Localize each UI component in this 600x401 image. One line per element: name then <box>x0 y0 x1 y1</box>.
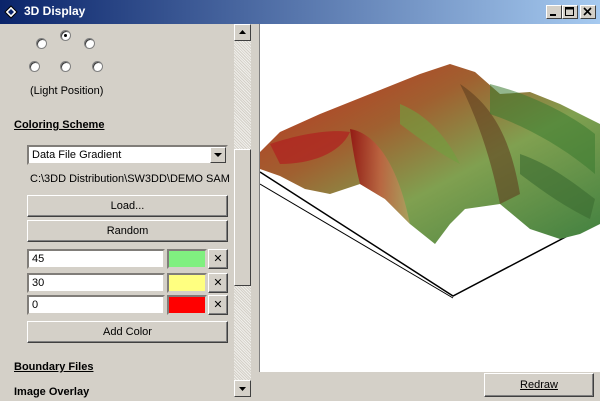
color-swatch-1[interactable] <box>167 273 207 293</box>
dropdown-button[interactable] <box>210 147 226 163</box>
color-swatch-0[interactable] <box>167 249 207 269</box>
add-color-button[interactable]: Add Color <box>27 321 228 343</box>
image-overlay-heading[interactable]: Image Overlay <box>14 386 89 398</box>
redraw-button-label: Redraw <box>520 379 558 391</box>
light-radio-1[interactable] <box>36 38 47 49</box>
light-radio-6[interactable] <box>92 61 103 72</box>
title-bar[interactable]: 3D Display <box>0 0 600 24</box>
remove-color-button[interactable]: ✕ <box>208 249 228 269</box>
chevron-down-icon <box>239 387 246 391</box>
chevron-down-icon <box>214 153 222 157</box>
color-threshold-input[interactable]: 0 <box>27 295 165 315</box>
load-button-label: Load... <box>110 200 145 212</box>
close-icon <box>583 7 592 16</box>
close-icon: ✕ <box>213 299 223 311</box>
remove-color-button[interactable]: ✕ <box>208 273 228 293</box>
maximize-icon <box>565 7 574 16</box>
color-swatch-2[interactable] <box>167 295 207 315</box>
minimize-icon <box>550 14 556 16</box>
coloring-scheme-select[interactable]: Data File Gradient <box>27 145 228 165</box>
light-position-caption: (Light Position) <box>30 85 104 97</box>
data-file-path: C:\3DD Distribution\SW3DD\DEMO SAM <box>30 173 230 185</box>
chevron-up-icon <box>239 30 246 34</box>
splitter[interactable] <box>251 24 259 401</box>
scroll-up-button[interactable] <box>234 24 251 41</box>
random-button-label: Random <box>106 225 149 237</box>
light-radio-5[interactable] <box>60 61 71 72</box>
redraw-button[interactable]: Redraw <box>484 373 594 397</box>
random-button[interactable]: Random <box>27 220 228 242</box>
light-radio-3[interactable] <box>84 38 95 49</box>
light-radio-2[interactable] <box>60 30 71 41</box>
remove-color-button[interactable]: ✕ <box>208 295 228 315</box>
coloring-scheme-heading: Coloring Scheme <box>14 119 105 131</box>
close-button[interactable] <box>580 5 596 19</box>
color-threshold-input[interactable]: 30 <box>27 273 165 293</box>
coloring-scheme-value: Data File Gradient <box>32 149 122 161</box>
terrain-render <box>260 64 600 299</box>
minimize-button[interactable] <box>546 5 562 19</box>
close-icon: ✕ <box>213 253 223 265</box>
light-radio-4[interactable] <box>29 61 40 72</box>
app-diamond-icon <box>4 5 18 19</box>
scroll-down-button[interactable] <box>234 380 251 397</box>
view-footer: Redraw <box>259 372 600 401</box>
color-threshold-input[interactable]: 45 <box>27 249 165 269</box>
boundary-files-heading[interactable]: Boundary Files <box>14 361 93 373</box>
scroll-thumb[interactable] <box>234 149 251 286</box>
app-window: 3D Display (Light Position) Coloring Sch… <box>0 0 600 401</box>
add-color-button-label: Add Color <box>103 326 152 338</box>
close-icon: ✕ <box>213 277 223 289</box>
terrain-view[interactable] <box>259 24 600 372</box>
window-title: 3D Display <box>24 4 86 18</box>
maximize-button[interactable] <box>562 5 578 19</box>
load-button[interactable]: Load... <box>27 195 228 217</box>
